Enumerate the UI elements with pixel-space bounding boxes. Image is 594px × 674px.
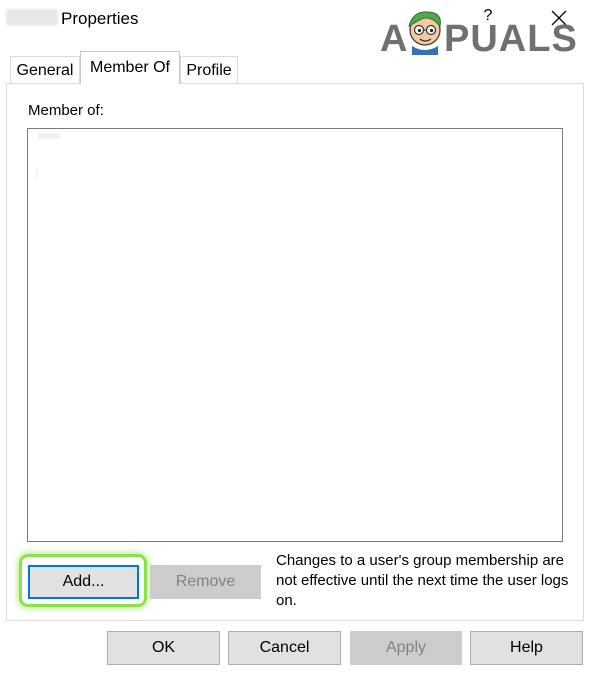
- tab-label: Profile: [186, 62, 232, 79]
- help-button[interactable]: Help: [470, 631, 583, 665]
- membership-note: Changes to a user's group membership are…: [276, 552, 569, 609]
- cancel-button[interactable]: Cancel: [228, 631, 341, 665]
- window-title: Properties: [61, 9, 139, 28]
- tab-profile[interactable]: Profile: [180, 56, 238, 85]
- member-of-listbox[interactable]: [27, 128, 563, 542]
- blurred-entry: [36, 169, 38, 179]
- add-button[interactable]: Add...: [28, 565, 139, 599]
- remove-button[interactable]: Remove: [150, 565, 261, 599]
- tab-label: General: [16, 62, 74, 79]
- tab-strip: General Member Of Profile: [0, 40, 594, 85]
- tab-member-of[interactable]: Member Of: [80, 51, 180, 84]
- tab-general[interactable]: General: [10, 56, 80, 85]
- blurred-username: [6, 9, 58, 26]
- member-of-label: Member of:: [28, 102, 104, 119]
- tab-label: Member Of: [89, 59, 170, 76]
- blurred-entry: [38, 133, 60, 139]
- apply-button[interactable]: Apply: [350, 631, 462, 665]
- ok-button[interactable]: OK: [107, 631, 220, 665]
